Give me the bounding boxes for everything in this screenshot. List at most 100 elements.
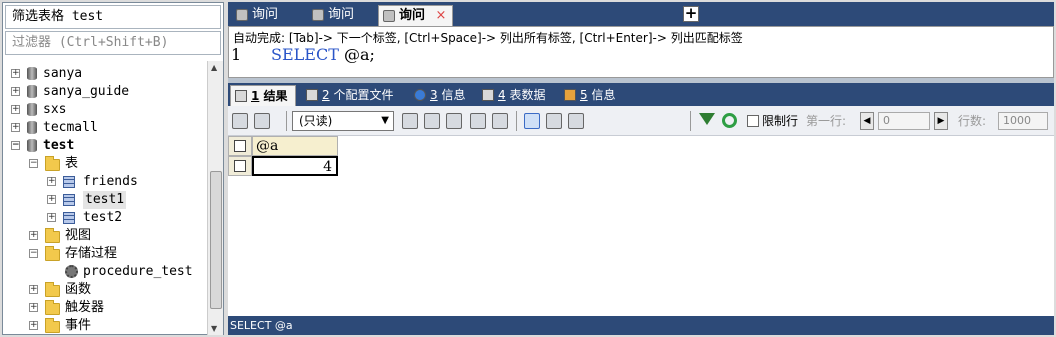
folder-icon (45, 156, 60, 171)
result-icon (235, 90, 247, 102)
row-checkbox[interactable] (234, 160, 246, 172)
folder-icon (45, 282, 60, 297)
tab-label: 信息 (441, 88, 466, 102)
folder-icon (45, 228, 60, 243)
tab-query-1[interactable]: 询问 (232, 5, 304, 26)
tree-label: 事件 (65, 318, 92, 333)
tab-messages[interactable]: 3 信息 (410, 85, 470, 106)
tab-info[interactable]: 5 信息 (560, 85, 622, 106)
expand-icon[interactable]: + (47, 195, 56, 204)
add-row-icon[interactable] (402, 113, 418, 129)
tree-label: sanya_guide (43, 84, 130, 99)
tab-label: 信息 (591, 88, 616, 102)
prev-page-icon[interactable]: ◀ (860, 112, 874, 130)
column-header[interactable]: @a (252, 136, 338, 156)
tab-profile[interactable]: 2 个配置文件 (302, 85, 398, 106)
tab-number: 4 (498, 88, 506, 102)
db-tree: + sanya + sanya_guide + sxs + tecmall − (5, 61, 205, 335)
tab-number: 2 (322, 88, 330, 102)
toolbar-separator (516, 111, 517, 131)
tab-table-data[interactable]: 4 表数据 (478, 85, 552, 106)
tree-label: friends (83, 174, 138, 189)
scroll-down-icon[interactable]: ▼ (211, 324, 217, 333)
collapse-icon[interactable]: − (29, 249, 38, 258)
row-selector[interactable] (228, 156, 252, 176)
filter-input[interactable]: 过滤器 (Ctrl+Shift+B) (5, 31, 221, 55)
app-window: 筛选表格 test 过滤器 (Ctrl+Shift+B) + sanya + s… (0, 0, 1056, 337)
table-icon (482, 89, 494, 101)
toolbar-separator (690, 111, 691, 131)
import-icon[interactable] (254, 113, 270, 129)
readonly-select-value: (只读) (299, 114, 333, 128)
tree-label: sxs (43, 102, 67, 117)
tree-label: tecmall (43, 120, 98, 135)
save-icon[interactable] (446, 113, 462, 129)
query-icon (312, 9, 324, 21)
table-icon (63, 212, 75, 224)
expand-icon[interactable]: + (47, 177, 56, 186)
tab-label: 表数据 (509, 88, 546, 102)
database-icon (27, 103, 37, 116)
query-icon (236, 9, 248, 21)
table-icon (63, 194, 75, 206)
filter-icon[interactable] (699, 113, 715, 125)
expand-icon[interactable]: + (11, 123, 20, 132)
table-cell[interactable]: 4 (252, 156, 338, 176)
tab-result[interactable]: 1 结果 (230, 85, 296, 106)
tree-scrollbar[interactable]: ▲ ▼ (207, 61, 223, 335)
result-toolbar: (只读) ▼ 限制行 第一行: ◀ 0 ▶ 行数: 1000 (228, 106, 1054, 136)
form-view-icon[interactable] (546, 113, 562, 129)
scroll-up-icon[interactable]: ▲ (211, 63, 217, 72)
first-row-input[interactable]: 0 (878, 112, 930, 130)
query-icon (383, 10, 395, 22)
close-icon[interactable]: × (436, 8, 447, 23)
gear-icon (65, 265, 78, 278)
tree-label: test1 (83, 191, 127, 209)
info-icon (414, 89, 426, 101)
chevron-down-icon: ▼ (381, 115, 389, 126)
folder-icon (45, 246, 60, 261)
autocomplete-hint: 自动完成: [Tab]-> 下一个标签, [Ctrl+Space]-> 列出所有… (233, 31, 743, 45)
collapse-icon[interactable]: − (29, 159, 38, 168)
tab-query-3[interactable]: 询问 × (378, 5, 453, 26)
expand-icon[interactable]: + (29, 321, 38, 330)
collapse-icon[interactable]: − (11, 141, 20, 150)
expand-icon[interactable]: + (29, 285, 38, 294)
tree-label: 存储过程 (65, 246, 118, 261)
database-icon (27, 85, 37, 98)
expand-icon[interactable]: + (11, 69, 20, 78)
folder-icon (45, 318, 60, 333)
result-tab-bar: 1 结果 2 个配置文件 3 信息 4 表数据 5 信息 (228, 83, 1054, 106)
tab-query-2[interactable]: 询问 (308, 5, 378, 26)
refresh-icon[interactable] (722, 113, 737, 128)
duplicate-row-icon[interactable] (424, 113, 440, 129)
cancel-icon[interactable] (492, 113, 508, 129)
tab-label: 询问 (328, 7, 355, 22)
info-chart-icon (564, 89, 576, 101)
grid-view-icon[interactable] (524, 113, 540, 129)
tab-number: 3 (430, 88, 438, 102)
row-count-input[interactable]: 1000 (998, 112, 1048, 130)
object-browser-title: 筛选表格 test (5, 5, 221, 29)
limit-rows-checkbox[interactable] (747, 115, 759, 127)
expand-icon[interactable]: + (29, 303, 38, 312)
header-select-all[interactable] (228, 136, 252, 156)
first-row-label: 第一行: (806, 114, 847, 128)
row-count-label: 行数: (958, 114, 987, 128)
scrollbar-thumb[interactable] (210, 171, 222, 309)
export-icon[interactable] (232, 113, 248, 129)
text-view-icon[interactable] (568, 113, 584, 129)
next-page-icon[interactable]: ▶ (934, 112, 948, 130)
code-line[interactable]: 1 SELECT @a; (231, 45, 375, 64)
tab-label: 询问 (399, 8, 426, 23)
query-editor[interactable]: 自动完成: [Tab]-> 下一个标签, [Ctrl+Space]-> 列出所有… (228, 26, 1054, 78)
expand-icon[interactable]: + (11, 105, 20, 114)
expand-icon[interactable]: + (29, 231, 38, 240)
code-text: @a; (338, 45, 375, 64)
select-all-checkbox[interactable] (234, 140, 246, 152)
new-tab-button[interactable]: + (683, 6, 699, 22)
expand-icon[interactable]: + (47, 213, 56, 222)
readonly-select[interactable]: (只读) ▼ (292, 111, 394, 131)
expand-icon[interactable]: + (11, 87, 20, 96)
delete-icon[interactable] (470, 113, 486, 129)
